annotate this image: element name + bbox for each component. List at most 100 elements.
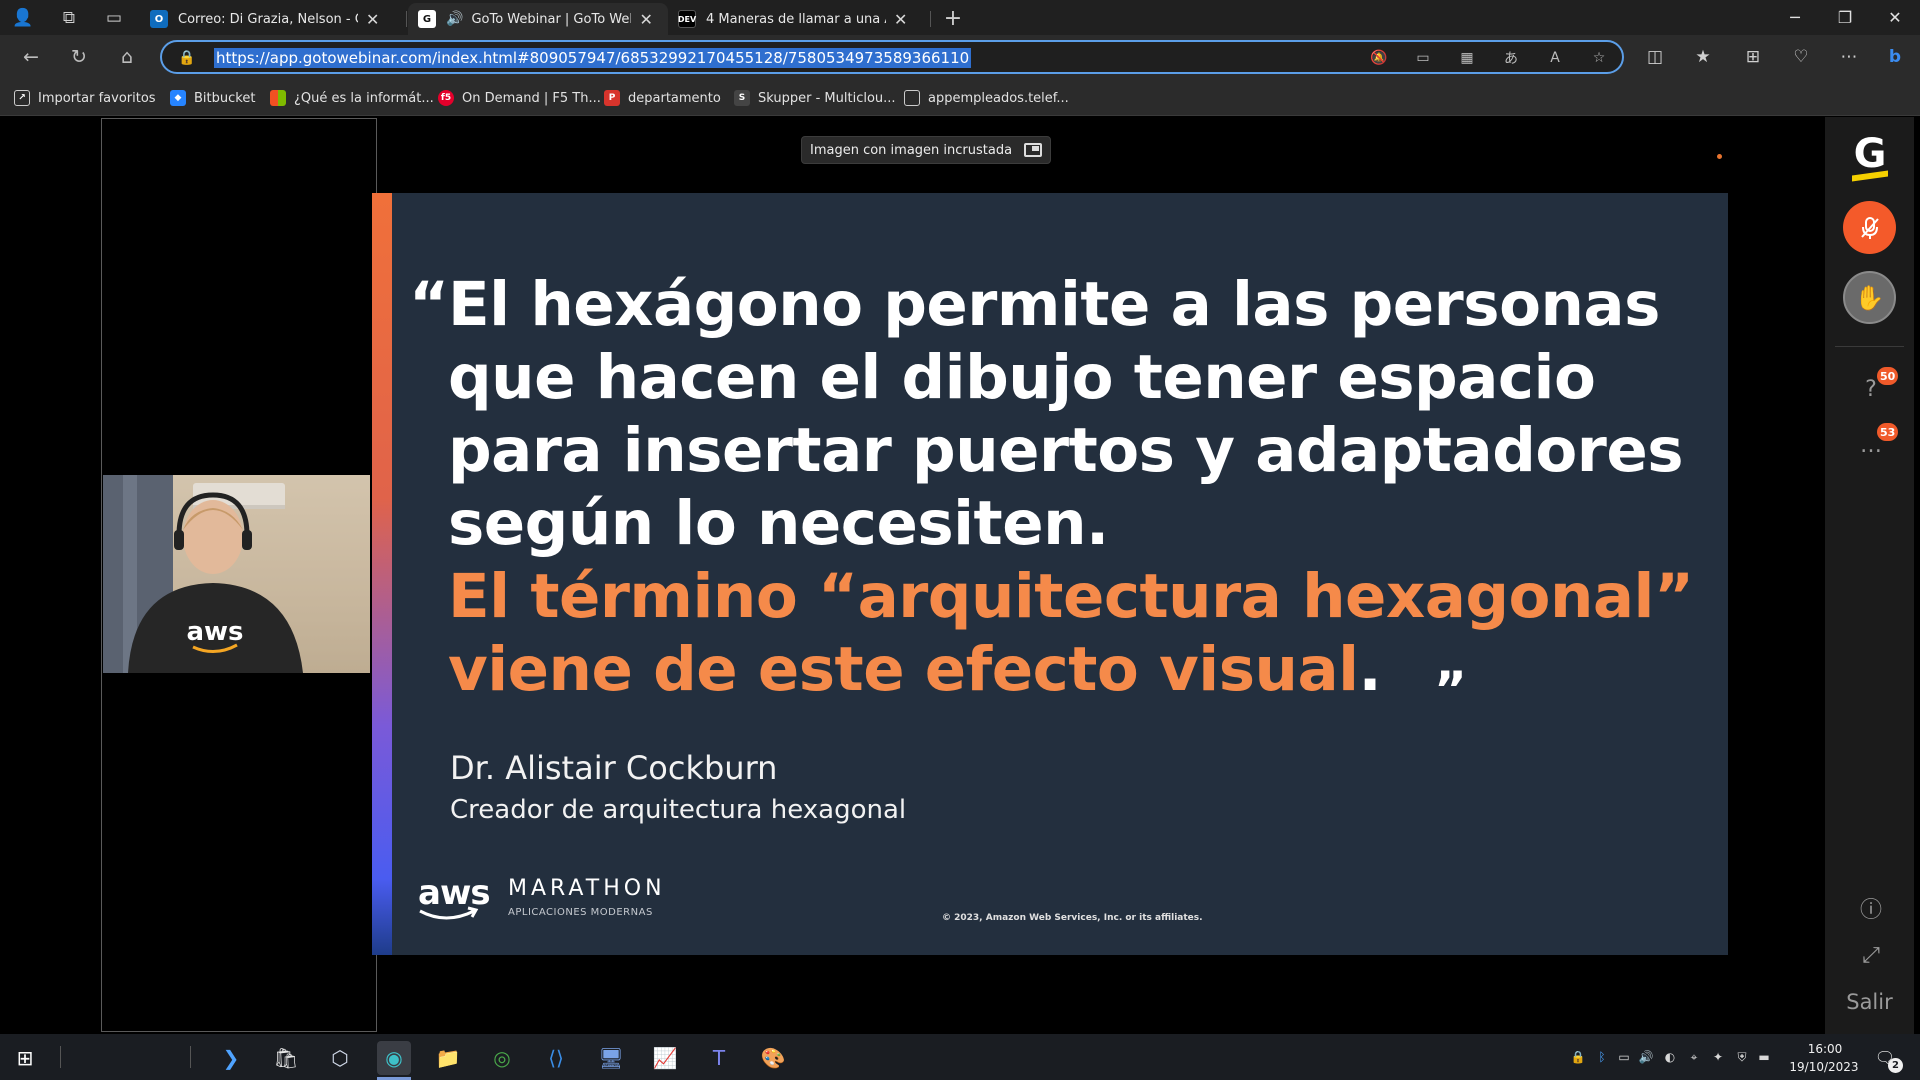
quote-line-highlight: El término “arquitectura hexagonal” [448,561,1694,632]
quote-line-highlight: viene de este efecto visual. [448,633,1382,707]
sidebar-divider [1835,346,1904,347]
restore-icon[interactable]: ❐ [1820,0,1870,35]
bookmark-appempleados[interactable]: appempleados.telef... [904,87,1069,109]
bookmark-label: Skupper - Multiclou... [758,90,896,106]
fullscreen-button[interactable]: ⤢ [1855,939,1887,971]
webinar-viewer: aws Imagen con imagen incrustada “ El he… [6,117,1914,1034]
browser-toolbar: ← ↻ ⌂ 🔒 https://app.gotowebinar.com/inde… [0,35,1920,79]
webcam-image: aws [103,475,370,673]
page-icon [904,90,920,106]
bookmark-label: Bitbucket [194,90,256,106]
tray-focus-icon[interactable]: ⌖ [1686,1049,1702,1065]
tab-divider [406,11,407,27]
favorites-icon[interactable]: ★ [1690,44,1716,70]
favorite-star-icon[interactable]: ☆ [1588,47,1610,69]
bookmark-departamento[interactable]: P departamento [604,87,721,109]
store-icon[interactable]: 🛍 [269,1041,303,1075]
lock-icon[interactable]: 🔒 [176,47,198,69]
close-icon[interactable]: ✕ [639,10,652,29]
app-install-icon[interactable]: ▭ [1412,47,1434,69]
speaker-icon[interactable]: 🔊 [446,11,463,27]
tray-teams-icon[interactable]: ✦ [1710,1049,1726,1065]
split-screen-icon[interactable]: ◫ [1642,44,1668,70]
home-icon[interactable]: ⌂ [114,44,140,70]
close-icon[interactable]: ✕ [894,10,907,29]
edge-icon[interactable]: ◉ [377,1041,411,1075]
quote-line-highlight-text: viene de este efecto visual [448,634,1359,705]
aws-smile-icon [419,906,479,920]
tray-security-icon[interactable]: ⛨ [1734,1049,1750,1065]
svg-text:aws: aws [186,617,243,647]
webinar-sidebar: G ✋ ? 50 … 53 ⓘ ⤢ Salir [1825,117,1914,1034]
spreadsheet-icon[interactable]: 📈 [648,1041,682,1075]
close-icon[interactable]: ✕ [366,10,379,29]
gotowebinar-icon: G [418,10,436,28]
quote-line: para insertar puertos y adaptadores [448,415,1684,486]
volume-icon[interactable]: 🔊 [1638,1049,1654,1065]
bookmark-skupper[interactable]: S Skupper - Multiclou... [734,87,896,109]
minimize-icon[interactable]: ─ [1770,0,1820,35]
info-button[interactable]: ⓘ [1855,892,1887,924]
screen: 👤 ⧉ ▭ O Correo: Di Grazia, Nelson - Outl… [0,0,1920,1080]
clock-date[interactable]: 19/10/2023 [1787,1060,1861,1074]
tab-outlook[interactable]: O Correo: Di Grazia, Nelson - Outlo ✕ [140,3,406,35]
picture-in-picture-button[interactable]: Imagen con imagen incrustada [801,136,1052,164]
tab-divider [930,11,931,27]
new-tab-button[interactable]: + [940,5,966,31]
bookmark-f5[interactable]: f5 On Demand | F5 Th... [438,87,601,109]
close-window-icon[interactable]: ✕ [1870,0,1920,35]
refresh-icon[interactable]: ↻ [66,44,92,70]
bookmark-microsoft[interactable]: ¿Qué es la informát... [270,87,434,109]
tab-title: Correo: Di Grazia, Nelson - Outlo [178,11,358,27]
dev-icon: DEV [678,10,696,28]
slide-accent-bar [372,193,392,955]
tab-title: 4 Maneras de llamar a una API R [706,11,886,27]
extensions-grid-icon[interactable]: ▦ [1456,47,1478,69]
url-text[interactable]: https://app.gotowebinar.com/index.html#8… [214,48,972,68]
tab-gotowebinar[interactable]: G 🔊 GoTo Webinar | GoTo Webin ✕ [408,3,668,35]
remote-desktop-icon[interactable]: 🖥 [594,1041,628,1075]
bluetooth-icon[interactable]: ᛒ [1594,1049,1610,1065]
bookmark-bitbucket[interactable]: ◆ Bitbucket [170,87,255,109]
quote-author-role: Creador de arquitectura hexagonal [450,795,907,825]
paint-icon[interactable]: 🎨 [756,1041,790,1075]
pip-label: Imagen con imagen incrustada [810,142,1013,158]
bing-copilot-icon[interactable]: b [1882,44,1908,70]
bookmarks-bar: ↗ Importar favoritos ◆ Bitbucket ¿Qué es… [0,79,1920,116]
workspaces-icon[interactable]: ⧉ [56,5,82,31]
tray-lock-icon[interactable]: 🔒 [1570,1049,1586,1065]
browser-essentials-icon[interactable]: ♡ [1788,44,1814,70]
file-explorer-icon[interactable]: 📁 [431,1041,465,1075]
teams-icon[interactable]: T [702,1041,736,1075]
tab-dev[interactable]: DEV 4 Maneras de llamar a una API R ✕ [668,3,930,35]
microphone-muted-button[interactable] [1843,201,1896,254]
windows-start-icon[interactable]: ⊞ [8,1041,42,1075]
virtualbox-icon[interactable]: ⬡ [323,1041,357,1075]
bitbucket-icon: ◆ [170,90,186,106]
battery-icon[interactable]: ▬ [1756,1049,1772,1065]
clock-time[interactable]: 16:00 [1793,1042,1857,1056]
address-bar[interactable]: 🔒 https://app.gotowebinar.com/index.html… [160,40,1624,74]
back-icon[interactable]: ← [18,44,44,70]
tray-app-icon[interactable]: ◐ [1662,1049,1678,1065]
vertical-tabs-icon[interactable]: ▭ [101,5,127,31]
quote-line: según lo necesiten. [448,488,1109,559]
more-options-icon[interactable]: ⋯ [1836,44,1862,70]
bookmark-import[interactable]: ↗ Importar favoritos [14,87,156,109]
question-bubble-icon: ? [1865,376,1877,402]
microsoft-icon [270,90,286,106]
read-aloud-icon[interactable]: A [1544,47,1566,69]
vscode-icon[interactable]: ⟨⟩ [539,1041,573,1075]
profile-avatar-icon[interactable]: 👤 [10,5,36,31]
collections-icon[interactable]: ⊞ [1740,44,1766,70]
open-quote: “ [409,269,450,340]
network-icon[interactable]: ▭ [1616,1049,1632,1065]
tracking-icon[interactable]: 🔕 [1368,47,1390,69]
outlook-icon: O [150,10,168,28]
powershell-icon[interactable]: ❯ [214,1041,248,1075]
translate-icon[interactable]: あ [1500,47,1522,69]
exit-button[interactable]: Salir [1825,990,1914,1014]
raise-hand-button[interactable]: ✋ [1843,271,1896,324]
chrome-icon[interactable]: ◎ [485,1041,519,1075]
quote-author: Dr. Alistair Cockburn [450,749,778,787]
